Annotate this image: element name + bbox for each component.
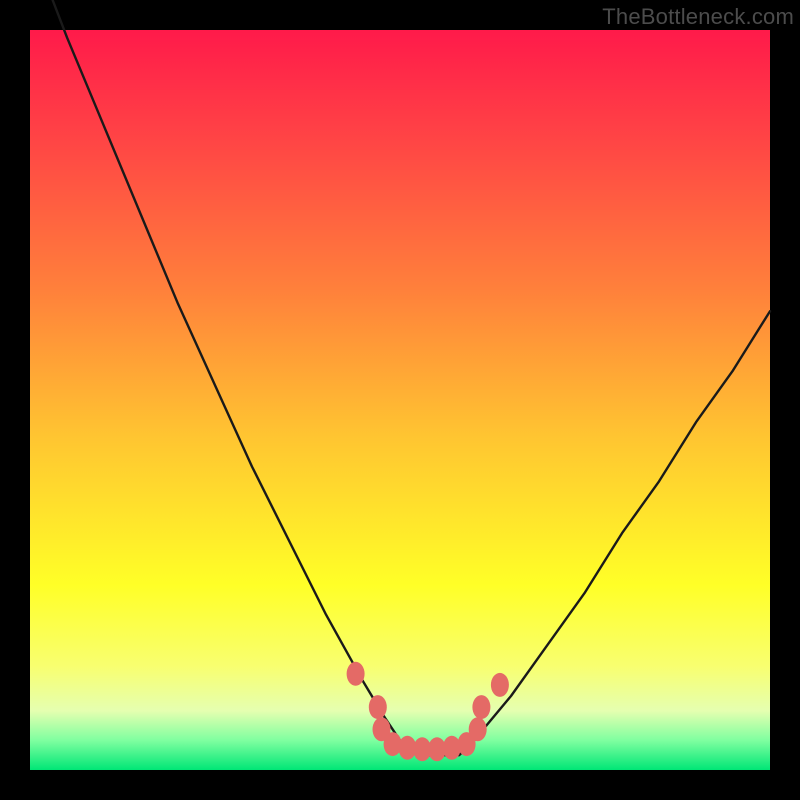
curve-marker	[491, 673, 509, 697]
curve-layer	[30, 30, 770, 770]
curve-marker	[347, 662, 365, 686]
gradient-plot-area	[30, 30, 770, 770]
watermark-text: TheBottleneck.com	[602, 4, 794, 30]
curve-markers	[347, 662, 509, 762]
curve-marker	[472, 695, 490, 719]
chart-frame: TheBottleneck.com	[0, 0, 800, 800]
curve-marker	[369, 695, 387, 719]
curve-marker	[469, 717, 487, 741]
bottleneck-curve	[30, 0, 770, 755]
